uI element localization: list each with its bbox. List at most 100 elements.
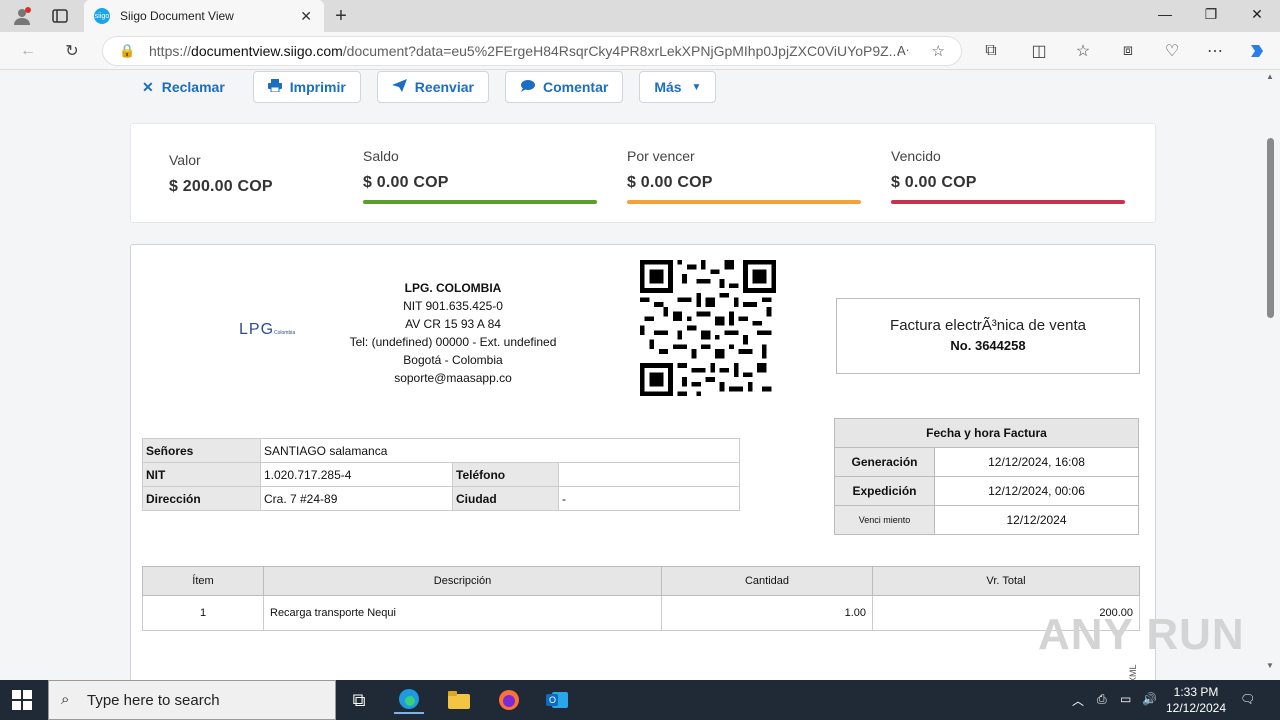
generacion-label: Generación <box>834 447 935 477</box>
refresh-icon[interactable]: ↻ <box>62 41 82 61</box>
outlook-icon[interactable]: O <box>542 686 572 714</box>
company-name: LPG. COLOMBIA <box>404 281 502 295</box>
firefox-icon[interactable] <box>494 686 524 714</box>
url-prefix: https:// <box>149 43 192 59</box>
comentar-label: Comentar <box>542 79 609 95</box>
reenviar-button[interactable]: Reenviar <box>376 71 489 103</box>
company-address: AV CR 15 93 A 84 <box>405 317 501 331</box>
side-vertical-text: ver en el XML <box>1128 664 1138 680</box>
senores-label: Señores <box>142 438 261 463</box>
scrollbar-thumb[interactable] <box>1267 138 1274 318</box>
item-cantidad: 1.00 <box>661 595 873 631</box>
tray-device-icon[interactable]: ⎙ <box>1097 692 1107 707</box>
task-view-icon[interactable]: ⧉ <box>344 686 374 714</box>
siigo-favicon-icon: siigo <box>94 8 110 24</box>
reclamar-button[interactable]: ✕ Reclamar <box>130 71 237 103</box>
taskbar-search-input[interactable]: ⌕ Type here to search <box>48 680 336 720</box>
qr-code <box>640 260 776 396</box>
clock-time: 1:33 PM <box>1173 685 1219 699</box>
action-toolbar: ✕ Reclamar Imprimir Reenviar Comentar Má… <box>130 70 717 104</box>
comentar-button[interactable]: Comentar <box>504 71 624 103</box>
items-table: Ítem Descripción Cantidad Vr. Total 1 Re… <box>142 566 1140 631</box>
customer-table: Señores SANTIAGO salamanca NIT 1.020.717… <box>142 438 740 511</box>
new-tab-icon[interactable]: + <box>331 5 351 27</box>
scroll-up-icon[interactable]: ▲ <box>1266 72 1274 81</box>
comment-icon <box>520 79 535 95</box>
ciudad-label: Ciudad <box>452 486 559 511</box>
summary-label: Vencido <box>891 148 941 164</box>
telefono-label: Teléfono <box>452 462 559 487</box>
page-scrollbar[interactable]: ▲ ▼ <box>1262 70 1280 680</box>
tab-actions-icon[interactable] <box>50 6 70 26</box>
extensions-icon[interactable]: ⧉ <box>981 41 1001 61</box>
url-input[interactable]: 🔒 https://documentview.siigo.com/documen… <box>102 36 962 66</box>
item-number: 1 <box>142 595 264 631</box>
anyrun-watermark: ANY RUN <box>1038 610 1245 659</box>
mas-dropdown-button[interactable]: Más ▼ <box>639 71 717 103</box>
printer-icon <box>267 79 282 95</box>
imprimir-button[interactable]: Imprimir <box>252 71 361 103</box>
nit-value: 1.020.717.285-4 <box>260 462 453 487</box>
vencimiento-value: 12/12/2024 <box>934 505 1139 535</box>
minimize-icon[interactable]: — <box>1150 6 1180 22</box>
clock-date: 12/12/2024 <box>1165 701 1227 715</box>
tab-siigo-document[interactable]: siigo Siigo Document View ✕ <box>84 0 324 32</box>
dates-header: Fecha y hora Factura <box>834 418 1139 448</box>
url-rest: /document?data=eu5%2FErgeH84RsqrCky4PR8x… <box>342 43 901 59</box>
windows-start-icon[interactable] <box>12 690 32 710</box>
items-header-item: Ítem <box>142 566 264 596</box>
performance-icon[interactable]: ♡ <box>1162 41 1182 61</box>
expedicion-value: 12/12/2024, 00:06 <box>934 476 1139 506</box>
search-placeholder: Type here to search <box>87 691 220 709</box>
notifications-icon[interactable]: 🗨 <box>1240 692 1255 706</box>
file-explorer-icon[interactable] <box>444 686 474 714</box>
direccion-label: Dirección <box>142 486 261 511</box>
favorites-icon[interactable]: ☆ <box>1073 41 1093 61</box>
table-row: 1 Recarga transporte Nequi 1.00 200.00 <box>142 595 1140 631</box>
lock-icon: 🔒 <box>119 43 136 58</box>
read-aloud-icon[interactable]: Aᐧ <box>897 43 909 59</box>
company-logo: LPGColombia <box>239 321 295 339</box>
por-vencer-bar <box>627 200 861 204</box>
logo-text: LPG <box>239 321 275 338</box>
summary-value: $ 0.00 COP <box>627 174 713 191</box>
volume-icon[interactable]: 🔊 <box>1142 692 1157 706</box>
taskbar-clock[interactable]: 1:33 PM 12/12/2024 <box>1160 684 1232 716</box>
mas-label: Más <box>654 79 682 95</box>
restore-icon[interactable]: ❐ <box>1196 6 1226 23</box>
copilot-icon[interactable] <box>1247 41 1267 61</box>
vencido-bar <box>891 200 1125 204</box>
summary-saldo: Saldo $ 0.00 COP <box>363 148 597 204</box>
summary-label: Por vencer <box>627 148 695 164</box>
back-icon[interactable]: ← <box>18 41 38 61</box>
split-screen-icon[interactable]: ◫ <box>1029 41 1049 61</box>
items-header-descripcion: Descripción <box>263 566 662 596</box>
company-info: LPG. COLOMBIA NIT 901.635.425-0 AV CR 15… <box>311 279 595 387</box>
x-icon: ✕ <box>142 78 154 95</box>
scroll-down-icon[interactable]: ▼ <box>1266 661 1274 670</box>
more-options-icon[interactable]: ⋯ <box>1205 41 1225 61</box>
vencimiento-label: Venci miento <box>834 505 935 535</box>
profile-icon[interactable] <box>12 6 32 26</box>
close-window-icon[interactable]: ✕ <box>1242 6 1272 23</box>
company-city: Bogotá - Colombia <box>403 353 503 367</box>
send-icon <box>391 79 407 95</box>
favorite-star-icon[interactable]: ☆ <box>932 42 945 60</box>
network-icon[interactable]: ▭ <box>1120 692 1131 706</box>
collections-icon[interactable]: ⧈ <box>1118 41 1138 61</box>
item-descripcion: Recarga transporte Nequi <box>263 595 662 631</box>
summary-value: $ 200.00 COP <box>169 178 273 195</box>
browser-tab-bar: siigo Siigo Document View ✕ + — ❐ ✕ <box>0 0 1280 32</box>
svg-text:O: O <box>549 695 556 705</box>
page-viewport: ✕ Reclamar Imprimir Reenviar Comentar Má… <box>0 70 1262 680</box>
senores-value: SANTIAGO salamanca <box>260 438 740 463</box>
telefono-value <box>558 462 740 487</box>
logo-sub: Colombia <box>274 330 296 336</box>
tray-chevron-icon[interactable]: ︿ <box>1072 692 1084 709</box>
address-bar-row: ← ↻ 🔒 https://documentview.siigo.com/doc… <box>0 32 1280 70</box>
edge-taskbar-icon[interactable] <box>394 686 424 714</box>
summary-por-vencer: Por vencer $ 0.00 COP <box>627 148 861 204</box>
summary-label: Valor <box>169 152 201 168</box>
close-tab-icon[interactable]: ✕ <box>300 8 312 25</box>
reenviar-label: Reenviar <box>414 79 474 95</box>
